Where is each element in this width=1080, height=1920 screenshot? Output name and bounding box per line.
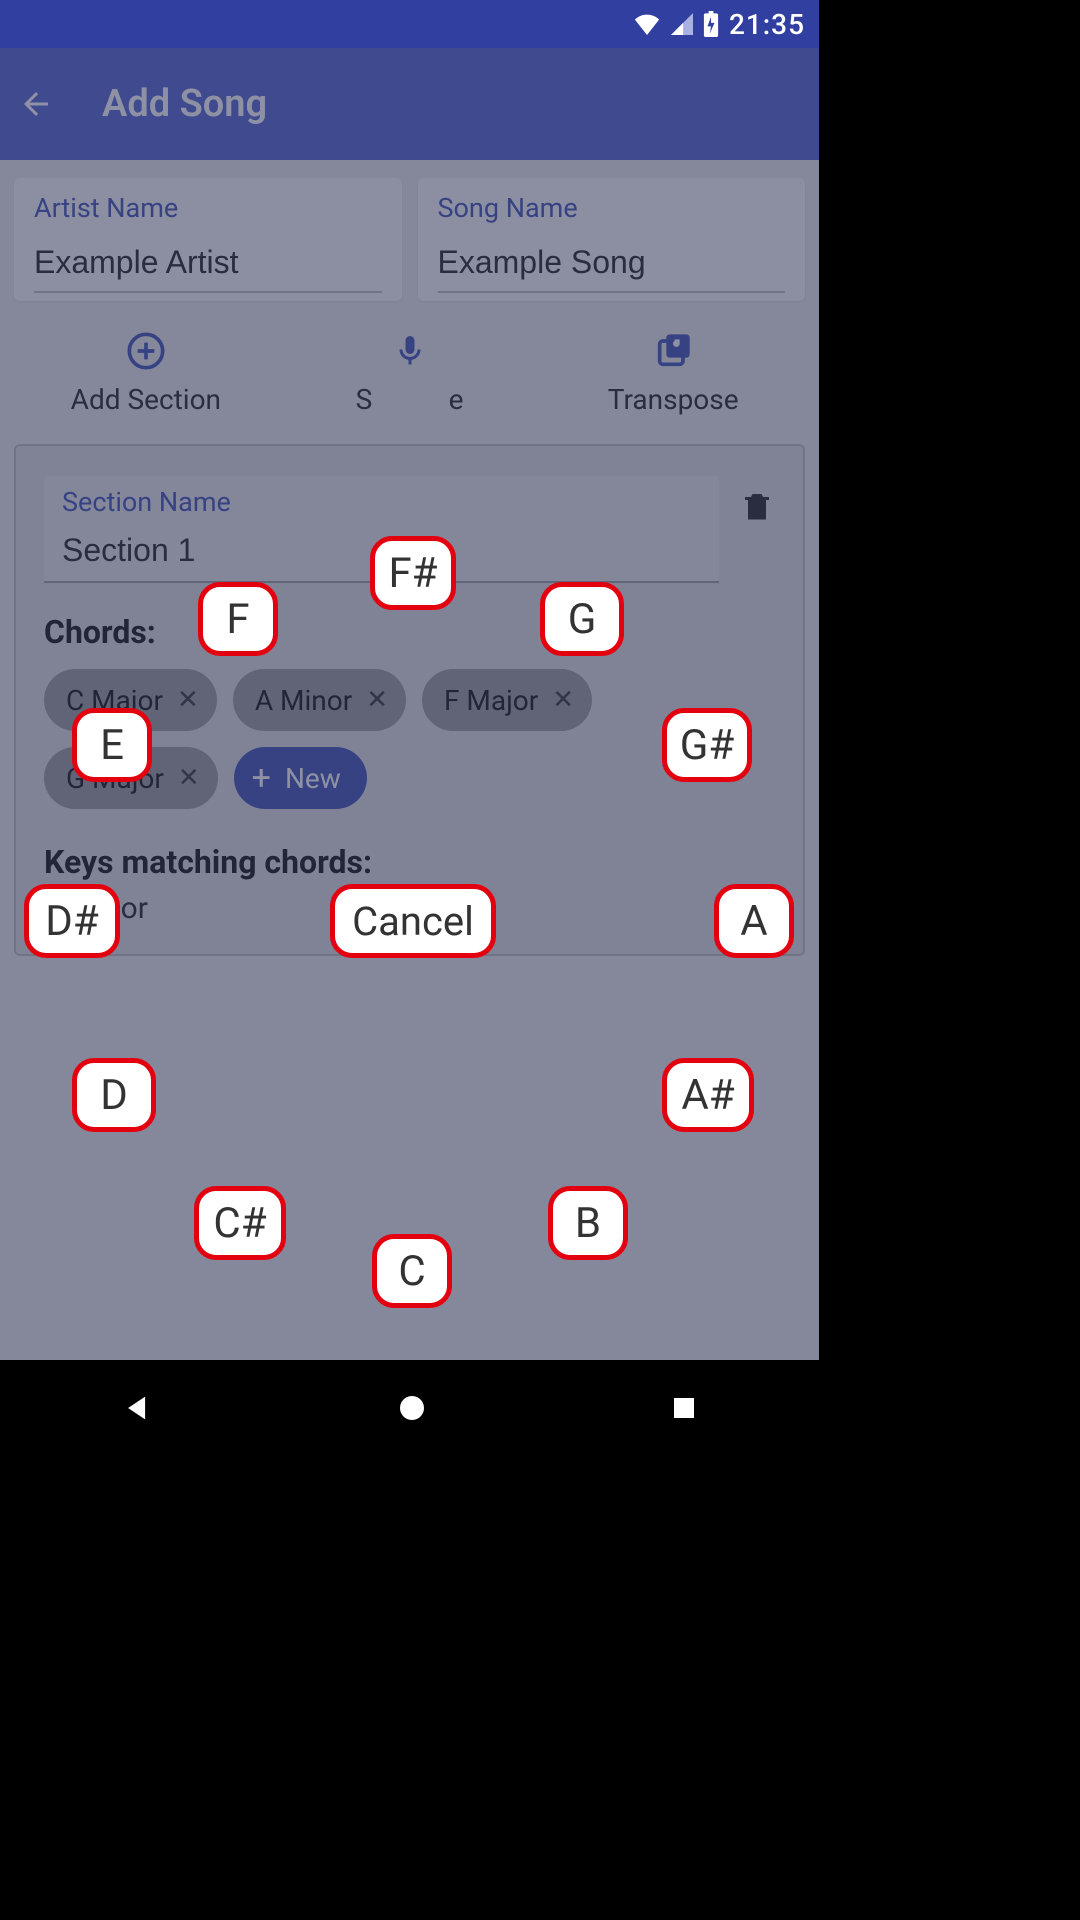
note-c-sharp[interactable]: C# [194, 1186, 286, 1260]
note-d-sharp[interactable]: D# [24, 884, 120, 958]
modal-scrim[interactable] [0, 48, 819, 1360]
note-a[interactable]: A [714, 884, 794, 958]
signal-icon [671, 13, 693, 35]
nav-back-button[interactable] [121, 1391, 155, 1425]
note-a-sharp[interactable]: A# [662, 1058, 754, 1132]
android-nav-bar [0, 1360, 819, 1456]
status-bar: 21:35 [0, 0, 819, 48]
note-f[interactable]: F [198, 582, 278, 656]
note-e[interactable]: E [72, 708, 152, 782]
status-time: 21:35 [729, 8, 805, 41]
note-d[interactable]: D [72, 1058, 156, 1132]
battery-icon [703, 11, 719, 37]
note-g-sharp[interactable]: G# [662, 708, 752, 782]
note-g[interactable]: G [540, 582, 624, 656]
nav-home-button[interactable] [396, 1392, 428, 1424]
note-b[interactable]: B [548, 1186, 628, 1260]
cancel-button[interactable]: Cancel [330, 884, 496, 958]
wifi-icon [633, 13, 661, 35]
note-f-sharp[interactable]: F# [370, 536, 456, 610]
nav-recent-button[interactable] [669, 1393, 699, 1423]
note-c[interactable]: C [372, 1234, 452, 1308]
